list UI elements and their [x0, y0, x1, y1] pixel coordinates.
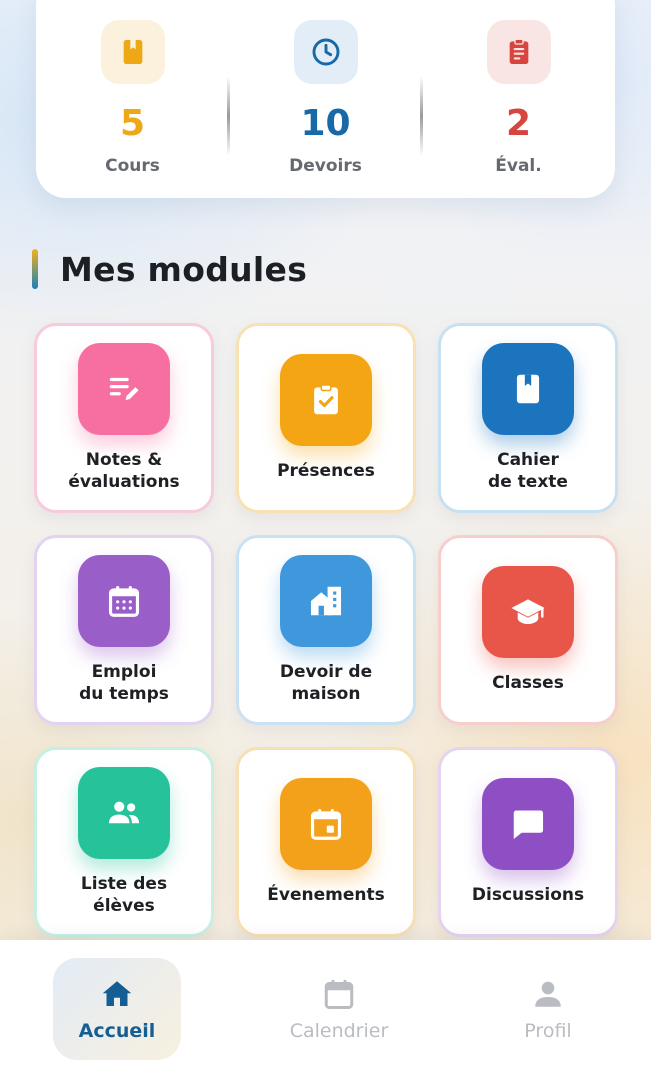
stat-icon-box [486, 20, 551, 84]
clipboard-list-icon [509, 38, 528, 64]
stat-icon-box [100, 20, 165, 84]
calendar-icon [324, 979, 354, 1009]
stat-value: 5 [119, 103, 146, 144]
stats-card: 5 Cours 10 Devoirs 2 Éval. [36, 0, 615, 198]
modules-grid: Notes & évaluations Présences Cahier de … [34, 323, 618, 937]
section-title-text: Mes modules [60, 249, 308, 289]
section-accent-bar [32, 249, 38, 289]
home-icon [102, 981, 132, 1006]
stat-value: 2 [505, 103, 532, 144]
module-label: Notes & évaluations [68, 450, 180, 492]
module-label: Liste des élèves [80, 874, 168, 916]
stat-icon-box [293, 20, 358, 84]
module-icon-box [280, 555, 372, 647]
module-icon-box [280, 778, 372, 870]
stat-label: Devoirs [289, 156, 362, 176]
module-discussions[interactable]: Discussions [438, 747, 618, 937]
module-icon-box [482, 778, 574, 870]
nav-label: Profil [524, 1020, 572, 1042]
group-icon [108, 801, 140, 824]
bottom-navigation: Accueil Calendrier Profil [0, 940, 651, 1080]
stat-cours[interactable]: 5 Cours [36, 20, 230, 176]
module-label: Discussions [471, 885, 585, 905]
module-notes-evaluations[interactable]: Notes & évaluations [34, 323, 214, 513]
module-emploi-du-temps[interactable]: Emploi du temps [34, 535, 214, 725]
module-classes[interactable]: Classes [438, 535, 618, 725]
nav-label: Calendrier [289, 1020, 389, 1042]
module-label: Emploi du temps [79, 662, 169, 704]
nav-item-accueil[interactable]: Accueil [53, 958, 181, 1060]
home-buildings-icon [310, 586, 342, 616]
stat-label: Cours [105, 156, 160, 176]
calendar-event-icon [310, 808, 342, 840]
module-devoir-de-maison[interactable]: Devoir de maison [236, 535, 416, 725]
module-icon-box [78, 555, 170, 647]
person-icon [535, 981, 561, 1007]
stat-eval[interactable]: 2 Éval. [422, 20, 615, 176]
calendar-grid-icon [108, 585, 140, 617]
module-icon-box [78, 343, 170, 435]
nav-label: Accueil [78, 1020, 156, 1042]
module-icon-box [482, 343, 574, 435]
notes-edit-icon [109, 377, 139, 401]
book-icon [516, 374, 540, 404]
stat-label: Éval. [495, 156, 542, 176]
module-label: Cahier de texte [488, 450, 568, 492]
section-title: Mes modules [32, 248, 307, 290]
chat-bubble-icon [513, 810, 544, 840]
book-icon [123, 40, 142, 64]
module-label: Devoir de maison [279, 662, 373, 704]
stat-devoirs[interactable]: 10 Devoirs [229, 20, 423, 176]
clipboard-check-icon [314, 384, 338, 415]
nav-item-profil[interactable]: Profil [506, 958, 590, 1060]
module-icon-box [482, 566, 574, 658]
module-label: Classes [492, 673, 564, 693]
stat-value: 10 [300, 103, 351, 144]
module-label: Évenements [267, 885, 385, 905]
graduation-cap-icon [511, 599, 545, 625]
module-icon-box [280, 354, 372, 446]
nav-item-calendrier[interactable]: Calendrier [280, 958, 398, 1060]
module-icon-box [78, 767, 170, 859]
clock-icon [312, 38, 339, 66]
module-cahier-de-texte[interactable]: Cahier de texte [438, 323, 618, 513]
module-evenements[interactable]: Évenements [236, 747, 416, 937]
module-liste-des-eleves[interactable]: Liste des élèves [34, 747, 214, 937]
module-presences[interactable]: Présences [236, 323, 416, 513]
module-label: Présences [277, 461, 375, 481]
